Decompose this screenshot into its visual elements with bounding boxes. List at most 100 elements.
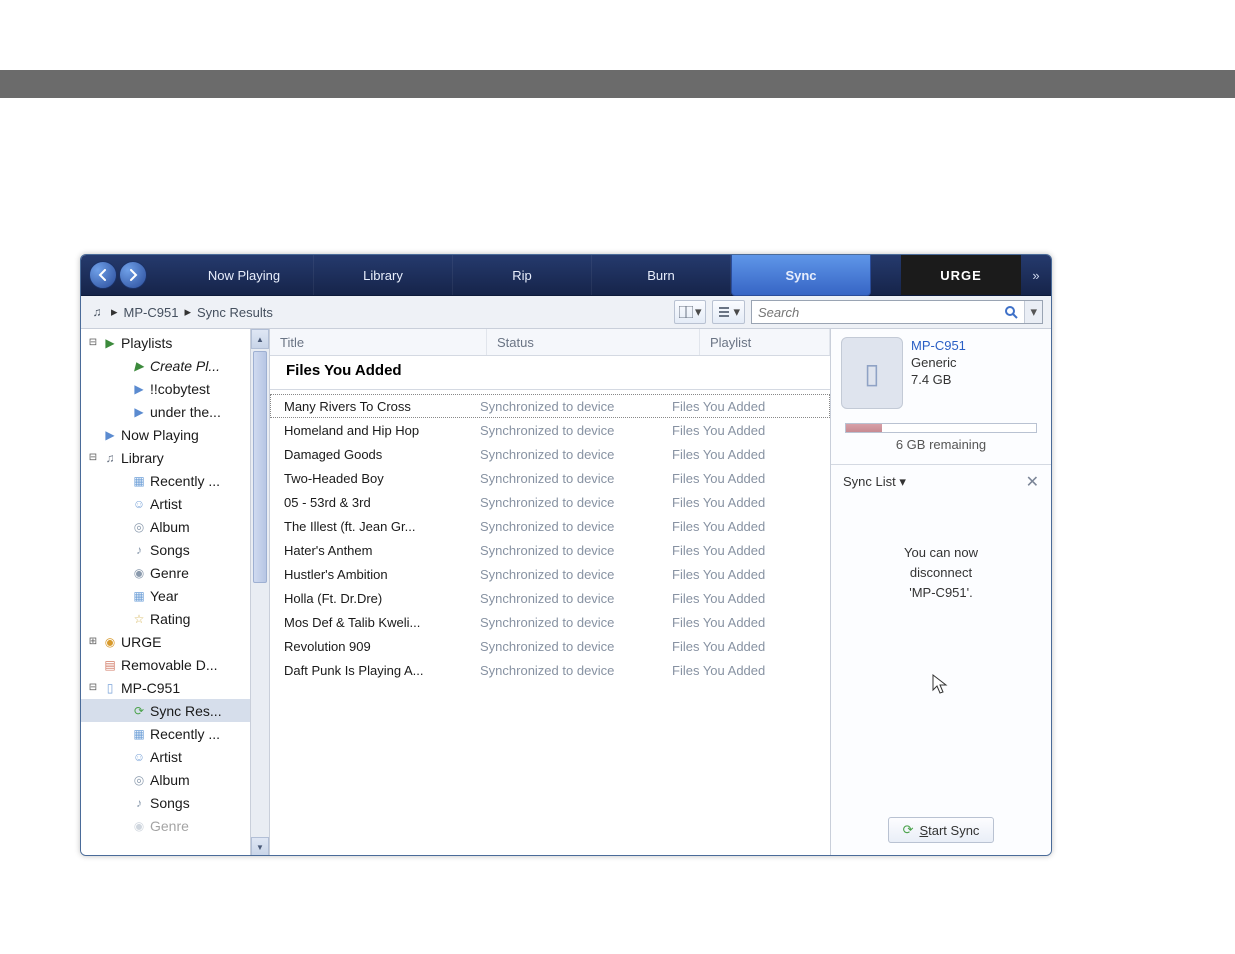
tree-label: URGE (121, 634, 161, 650)
tree-node-playlists[interactable]: ⊟ ▶ Playlists (81, 331, 269, 354)
urge-tab[interactable]: URGE (901, 255, 1021, 295)
row-title: Homeland and Hip Hop (270, 423, 480, 438)
collapse-icon[interactable]: ⊟ (87, 452, 99, 463)
tree-node-library[interactable]: ⊟ ♫ Library (81, 446, 269, 469)
tree-node-album[interactable]: ◎ Album (81, 515, 269, 538)
close-sync-list-button[interactable]: ✕ (1026, 472, 1039, 492)
row-title: The Illest (ft. Jean Gr... (270, 519, 480, 534)
table-row[interactable]: Daft Punk Is Playing A...Synchronized to… (270, 658, 830, 682)
tree-label: Recently ... (150, 473, 220, 489)
tree-node-playlist[interactable]: ▶ !!cobytest (81, 377, 269, 400)
search-icon[interactable] (998, 305, 1024, 319)
genre-icon: ◉ (131, 565, 147, 581)
breadcrumb-current[interactable]: Sync Results (197, 305, 273, 320)
table-row[interactable]: Mos Def & Talib Kweli...Synchronized to … (270, 610, 830, 634)
tree-node-recently[interactable]: ▦ Recently ... (81, 722, 269, 745)
device-thumbnail: ▯ (841, 337, 903, 409)
table-row[interactable]: Revolution 909Synchronized to deviceFile… (270, 634, 830, 658)
tab-now-playing[interactable]: Now Playing (175, 255, 314, 295)
tree-node-rating[interactable]: ☆ Rating (81, 607, 269, 630)
tree-node-removable[interactable]: ▤ Removable D... (81, 653, 269, 676)
tree-node-album[interactable]: ◎ Album (81, 768, 269, 791)
row-status: Synchronized to device (480, 615, 672, 630)
forward-button[interactable] (119, 261, 147, 289)
view-layout-button[interactable]: ▾ (674, 300, 707, 324)
table-row[interactable]: Holla (Ft. Dr.Dre)Synchronized to device… (270, 586, 830, 610)
row-playlist: Files You Added (672, 519, 830, 534)
tree-node-artist[interactable]: ☺ Artist (81, 492, 269, 515)
tab-library[interactable]: Library (314, 255, 453, 295)
artist-icon: ☺ (131, 749, 147, 765)
row-playlist: Files You Added (672, 471, 830, 486)
table-row[interactable]: 05 - 53rd & 3rdSynchronized to deviceFil… (270, 490, 830, 514)
tree-label: Genre (150, 565, 189, 581)
search-input[interactable] (752, 305, 998, 320)
collapse-icon[interactable]: ⊟ (87, 682, 99, 693)
playlist-icon: ▶ (131, 404, 147, 420)
device-capacity: 7.4 GB (911, 371, 966, 388)
table-row[interactable]: Two-Headed BoySynchronized to deviceFile… (270, 466, 830, 490)
row-playlist: Files You Added (672, 567, 830, 582)
row-playlist: Files You Added (672, 447, 830, 462)
column-status[interactable]: Status (487, 329, 700, 355)
row-status: Synchronized to device (480, 543, 672, 558)
tree-node-now-playing[interactable]: ▶ Now Playing (81, 423, 269, 446)
table-row[interactable]: The Illest (ft. Jean Gr...Synchronized t… (270, 514, 830, 538)
tree-label: Removable D... (121, 657, 217, 673)
tab-burn[interactable]: Burn (592, 255, 731, 295)
tree-node-year[interactable]: ▦ Year (81, 584, 269, 607)
table-row[interactable]: Hater's AnthemSynchronized to deviceFile… (270, 538, 830, 562)
tree-node-create-playlist[interactable]: ▶ Create Pl... (81, 354, 269, 377)
tree-label: !!cobytest (150, 381, 210, 397)
tree-node-genre[interactable]: ◉ Genre (81, 561, 269, 584)
scroll-down-button[interactable]: ▼ (251, 837, 269, 856)
breadcrumb-device[interactable]: MP-C951 (124, 305, 179, 320)
column-headers: Title Status Playlist (270, 329, 830, 356)
results-rows: Many Rivers To CrossSynchronized to devi… (270, 390, 830, 686)
row-status: Synchronized to device (480, 471, 672, 486)
tree-node-artist[interactable]: ☺ Artist (81, 745, 269, 768)
table-row[interactable]: Many Rivers To CrossSynchronized to devi… (270, 394, 830, 418)
tab-sync[interactable]: Sync (731, 255, 871, 296)
tree-label: MP-C951 (121, 680, 180, 696)
tree-node-songs[interactable]: ♪ Songs (81, 791, 269, 814)
back-button[interactable] (89, 261, 117, 289)
sync-icon: ⟳ (131, 703, 147, 719)
view-list-button[interactable]: ▾ (712, 300, 745, 324)
playlist-icon: ▶ (131, 381, 147, 397)
collapse-icon[interactable]: ⊟ (87, 337, 99, 348)
tree-label: Songs (150, 542, 190, 558)
table-row[interactable]: Damaged GoodsSynchronized to deviceFiles… (270, 442, 830, 466)
tree-node-device[interactable]: ⊟ ▯ MP-C951 (81, 676, 269, 699)
column-playlist[interactable]: Playlist (700, 329, 830, 355)
expand-icon[interactable]: ⊞ (87, 636, 99, 647)
search-dropdown[interactable]: ▾ (1024, 301, 1042, 323)
table-row[interactable]: Hustler's AmbitionSynchronized to device… (270, 562, 830, 586)
scroll-up-button[interactable]: ▲ (251, 329, 269, 349)
tree-label: under the... (150, 404, 221, 420)
sidebar-scrollbar[interactable]: ▲ ▼ (250, 329, 269, 856)
tree-node-genre[interactable]: ◉ Genre (81, 814, 269, 837)
tree-node-songs[interactable]: ♪ Songs (81, 538, 269, 561)
start-sync-button[interactable]: ⟳ SStart Synctart Sync (888, 817, 995, 843)
search-box[interactable]: ▾ (751, 300, 1043, 324)
results-pane: Title Status Playlist Files You Added Ma… (270, 329, 831, 856)
sync-list-dropdown[interactable]: Sync List ▾ (843, 474, 906, 490)
tree-node-urge[interactable]: ⊞ ◉ URGE (81, 630, 269, 653)
tree-node-recently[interactable]: ▦ Recently ... (81, 469, 269, 492)
tab-rip[interactable]: Rip (453, 255, 592, 295)
tree-node-sync-results[interactable]: ⟳ Sync Res... (81, 699, 269, 722)
disk-icon: ▤ (102, 657, 118, 673)
row-title: Daft Punk Is Playing A... (270, 663, 480, 678)
main-tabs: Now Playing Library Rip Burn Sync (175, 255, 901, 295)
scroll-thumb[interactable] (253, 351, 267, 583)
row-playlist: Files You Added (672, 639, 830, 654)
tree-label: Recently ... (150, 726, 220, 742)
toolbar-overflow-button[interactable]: » (1021, 255, 1051, 295)
device-name[interactable]: MP-C951 (911, 337, 966, 354)
tree-node-playlist[interactable]: ▶ under the... (81, 400, 269, 423)
column-title[interactable]: Title (270, 329, 487, 355)
breadcrumb-separator: ▸ (184, 304, 191, 320)
play-icon: ▶ (102, 427, 118, 443)
table-row[interactable]: Homeland and Hip HopSynchronized to devi… (270, 418, 830, 442)
